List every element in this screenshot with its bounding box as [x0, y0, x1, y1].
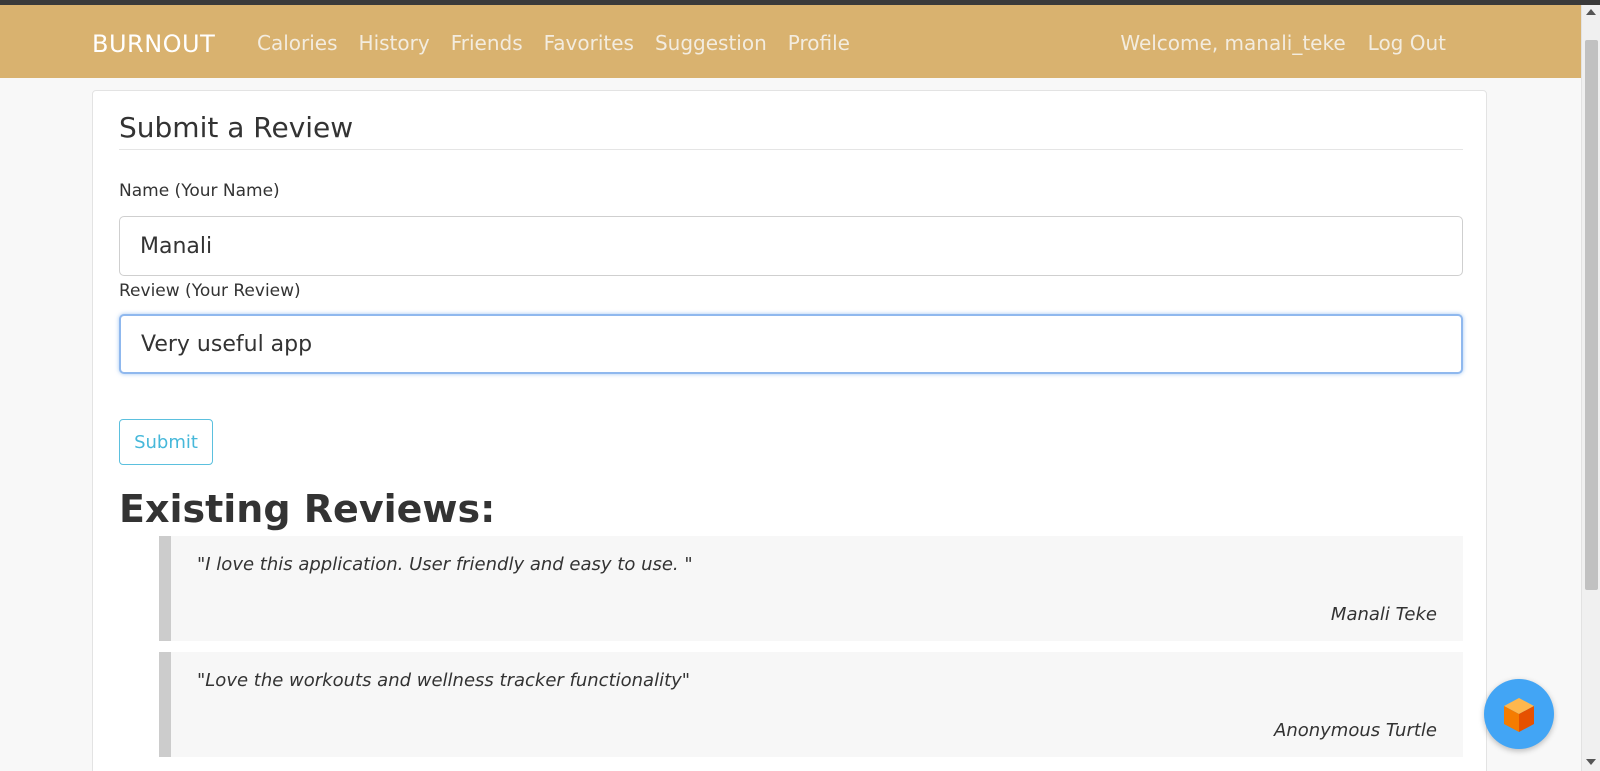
page-title: Submit a Review: [119, 111, 354, 144]
nav-link-calories[interactable]: Calories: [257, 31, 338, 55]
nav-link-profile[interactable]: Profile: [788, 31, 850, 55]
nav-link-suggestion[interactable]: Suggestion: [655, 31, 767, 55]
reviews-heading: Existing Reviews:: [119, 487, 496, 531]
scroll-thumb[interactable]: [1585, 40, 1598, 590]
name-input[interactable]: [119, 216, 1463, 276]
submit-button[interactable]: Submit: [119, 419, 213, 465]
review-label: Review (Your Review): [119, 281, 301, 301]
review-author: Anonymous Turtle: [1274, 720, 1437, 741]
cube-icon: [1504, 698, 1534, 732]
review-panel: Submit a Review Name (Your Name) Review …: [92, 90, 1487, 771]
scroll-up-arrow-icon[interactable]: [1586, 9, 1596, 15]
review-item: "I love this application. User friendly …: [159, 536, 1463, 641]
brand-logo[interactable]: BURNOUT: [92, 30, 215, 58]
nav-links: Calories History Friends Favorites Sugge…: [257, 31, 871, 55]
scroll-down-arrow-icon[interactable]: [1586, 759, 1596, 765]
review-quote: "I love this application. User friendly …: [197, 554, 693, 575]
nav-link-friends[interactable]: Friends: [451, 31, 523, 55]
page-scrollbar[interactable]: [1581, 5, 1600, 771]
review-input[interactable]: [119, 314, 1463, 374]
review-item: "Love the workouts and wellness tracker …: [159, 652, 1463, 757]
review-author: Manali Teke: [1330, 604, 1437, 625]
logout-link[interactable]: Log Out: [1368, 31, 1446, 55]
navbar: BURNOUT Calories History Friends Favorit…: [0, 5, 1581, 78]
review-quote: "Love the workouts and wellness tracker …: [197, 670, 691, 691]
name-label: Name (Your Name): [119, 181, 280, 201]
nav-link-favorites[interactable]: Favorites: [544, 31, 634, 55]
title-divider: [119, 149, 1463, 150]
nav-link-history[interactable]: History: [359, 31, 430, 55]
nav-right: Welcome, manali_teke Log Out: [1098, 31, 1446, 55]
floating-action-button[interactable]: [1484, 679, 1554, 749]
welcome-text: Welcome, manali_teke: [1120, 31, 1346, 55]
